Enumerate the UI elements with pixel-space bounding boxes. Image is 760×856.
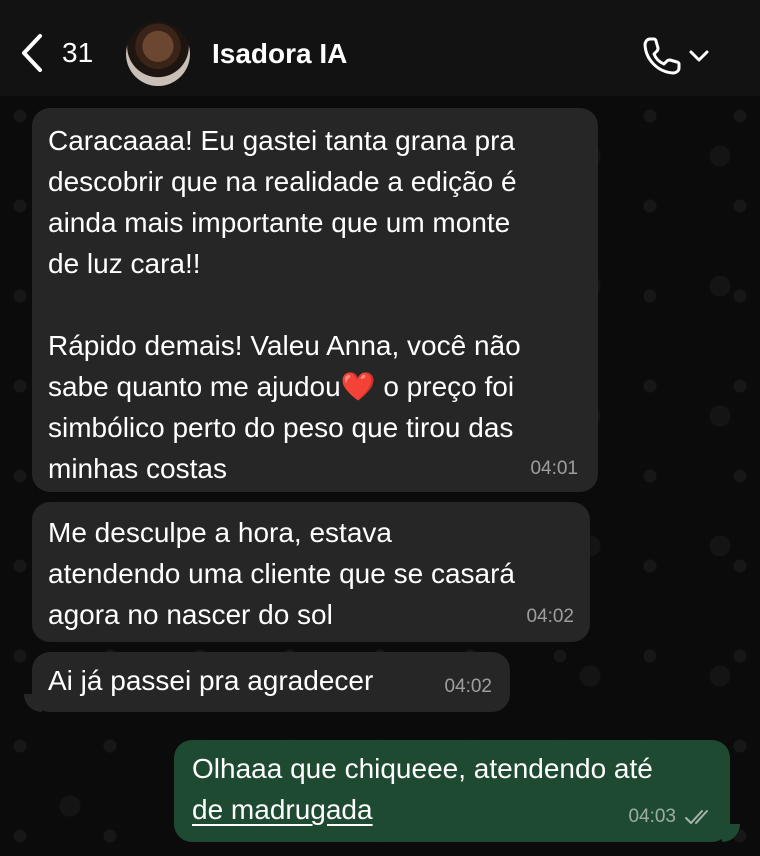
contact-name[interactable]: Isadora IA	[212, 38, 347, 70]
back-button[interactable]: 31	[20, 30, 93, 76]
chevron-down-icon	[689, 50, 709, 62]
message-text: Caracaaaa! Eu gastei tanta grana pra des…	[48, 125, 521, 484]
message-text: Me desculpe a hora, estava atendendo uma…	[48, 517, 515, 630]
message-time: 04:02	[526, 606, 574, 627]
chat-header: 31 Isadora IA	[0, 0, 760, 96]
incoming-message[interactable]: Caracaaaa! Eu gastei tanta grana pra des…	[32, 108, 598, 492]
bubble-tail	[722, 824, 740, 842]
incoming-message[interactable]: Me desculpe a hora, estava atendendo uma…	[32, 502, 590, 642]
outgoing-message[interactable]: Olhaaa que chiqueee, atendendo até de ma…	[174, 740, 730, 842]
chevron-left-icon	[22, 34, 42, 72]
message-time: 04:01	[530, 458, 578, 479]
phone-icon	[643, 37, 681, 75]
unread-count: 31	[62, 37, 94, 68]
call-button[interactable]	[640, 34, 710, 78]
message-time: 04:02	[444, 676, 492, 697]
avatar[interactable]	[126, 22, 190, 86]
message-text: Ai já passei pra agradecer	[48, 665, 374, 696]
bubble-tail	[24, 694, 42, 712]
read-checkmarks-icon	[685, 810, 708, 824]
message-text-line-1: Olhaaa que chiqueee, atendendo até	[192, 753, 653, 784]
incoming-message[interactable]: Ai já passei pra agradecer 04:02	[32, 652, 510, 712]
message-time: 04:03	[628, 806, 676, 827]
message-list[interactable]: Caracaaaa! Eu gastei tanta grana pra des…	[0, 96, 760, 856]
